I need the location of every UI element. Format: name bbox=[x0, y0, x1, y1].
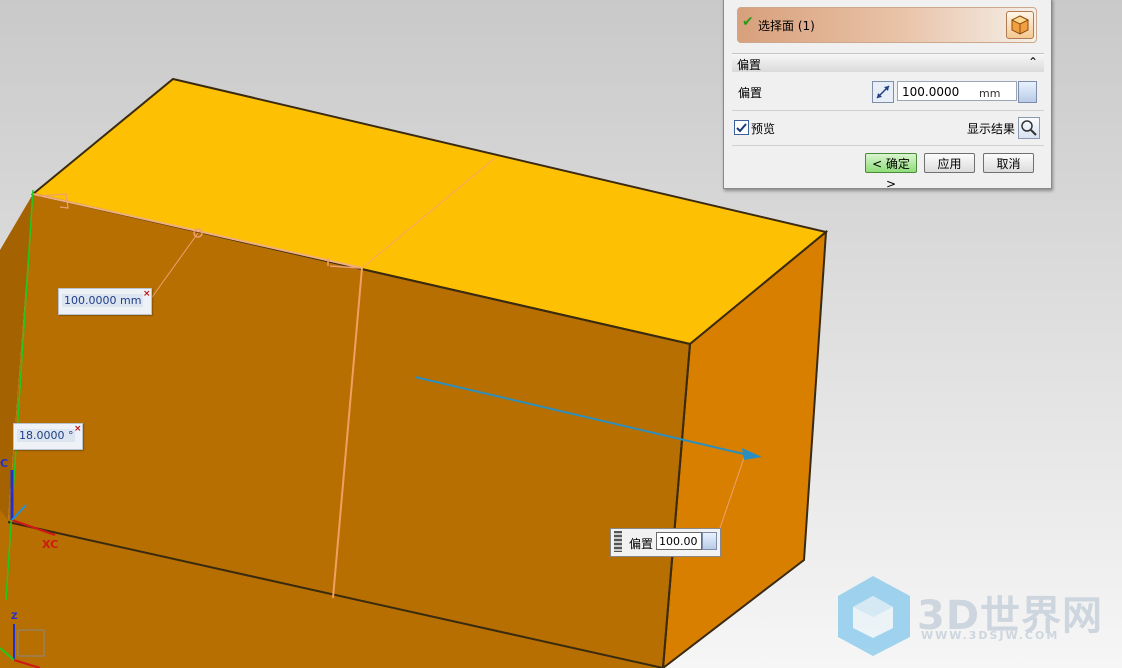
preview-label: 预览 bbox=[751, 122, 776, 136]
dimension-length-label[interactable]: 100.0000 mm × bbox=[58, 288, 152, 315]
offset-handle-input-box[interactable]: 偏置 100.00 bbox=[610, 528, 721, 557]
ok-button[interactable]: < 确定 > bbox=[865, 153, 917, 191]
offset-section-title: 偏置 bbox=[737, 58, 762, 72]
offset-spin-icon[interactable] bbox=[1018, 81, 1037, 103]
cancel-button[interactable]: 取消 bbox=[983, 153, 1034, 173]
checkmark-icon: ✔ bbox=[742, 14, 754, 30]
apply-button[interactable]: 应用 bbox=[924, 153, 975, 173]
divider bbox=[732, 145, 1044, 146]
axis-label-z: Z bbox=[11, 612, 18, 622]
drag-grip-icon[interactable] bbox=[614, 531, 622, 552]
chevron-up-icon[interactable]: ⌃ bbox=[1024, 54, 1042, 71]
preview-checkbox[interactable] bbox=[734, 120, 749, 135]
dimension-close-icon[interactable]: × bbox=[143, 289, 151, 299]
dimension-close-icon[interactable]: × bbox=[74, 424, 82, 434]
offset-value: 100.0000 bbox=[902, 85, 960, 99]
offset-handle-spin-icon[interactable] bbox=[702, 532, 717, 550]
offset-value-field[interactable]: 100.0000 mm bbox=[897, 81, 1017, 101]
show-result-label: 显示结果 bbox=[967, 122, 1016, 136]
face-selection-cube-icon[interactable] bbox=[1006, 11, 1034, 39]
dimension-angle-label[interactable]: 18.0000 ° × bbox=[13, 423, 83, 450]
axis-label-xc: XC bbox=[42, 538, 59, 551]
offset-face-dialog: ✔ 选择面 (1) 偏置 ⌃ 偏置 100.0000 mm 预览 显示结果 < … bbox=[723, 0, 1052, 191]
offset-handle-label: 偏置 bbox=[629, 537, 654, 551]
dimension-length-value[interactable]: 100.0000 mm bbox=[62, 294, 144, 307]
select-face-label: 选择面 (1) bbox=[758, 19, 815, 33]
offset-unit: mm bbox=[979, 87, 1001, 100]
magnifier-icon[interactable] bbox=[1018, 117, 1040, 139]
offset-handle-value-field[interactable]: 100.00 bbox=[656, 532, 702, 550]
offset-row-label: 偏置 bbox=[738, 86, 763, 100]
offset-handle-value: 100.00 bbox=[659, 535, 698, 548]
select-face-row[interactable]: ✔ 选择面 (1) bbox=[737, 7, 1037, 43]
dimension-angle-value[interactable]: 18.0000 ° bbox=[17, 429, 76, 442]
watermark-url: WWW.3DSJW.COM bbox=[921, 629, 1060, 642]
reverse-direction-icon[interactable] bbox=[872, 81, 894, 103]
axis-label-c: C bbox=[0, 457, 9, 470]
offset-section-header[interactable]: 偏置 ⌃ bbox=[732, 53, 1044, 72]
divider bbox=[732, 110, 1044, 111]
